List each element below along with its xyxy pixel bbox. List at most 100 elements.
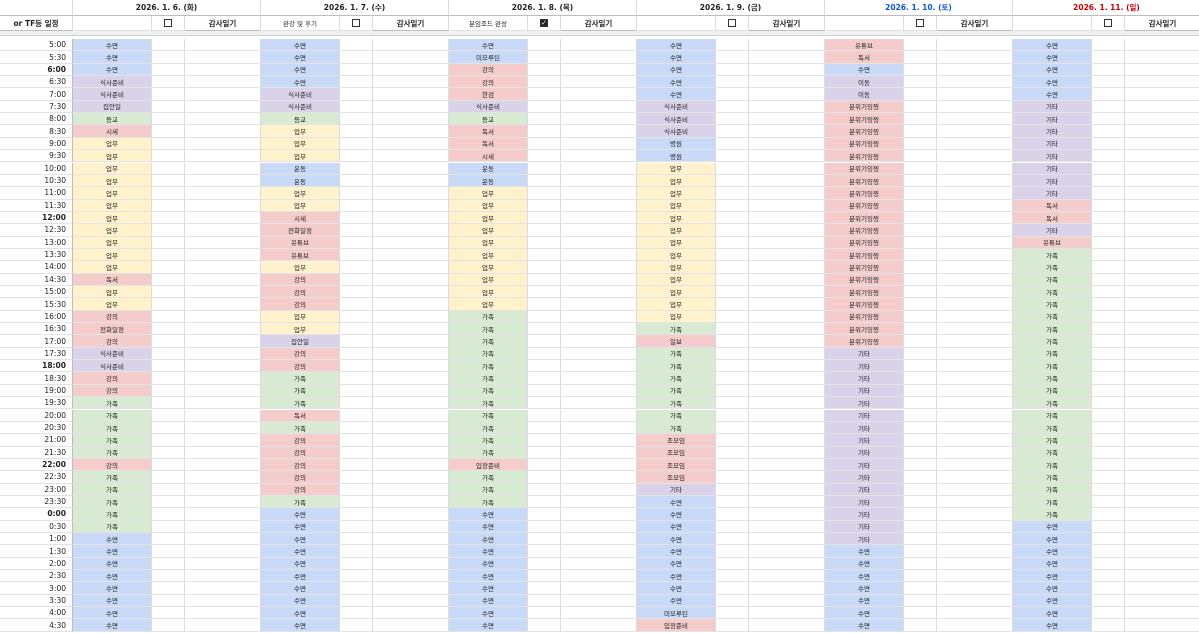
gratitude-cell[interactable] — [1125, 508, 1199, 521]
gratitude-cell[interactable] — [1125, 422, 1199, 435]
gratitude-cell[interactable] — [1125, 224, 1199, 237]
gratitude-cell[interactable] — [749, 545, 825, 558]
memo-cell[interactable] — [716, 113, 749, 126]
gratitude-cell[interactable] — [373, 582, 449, 595]
memo-cell[interactable] — [340, 100, 373, 114]
gratitude-cell[interactable] — [561, 607, 637, 620]
activity-cell[interactable]: 업무 — [449, 286, 528, 299]
check-icon[interactable] — [728, 19, 736, 27]
activity-cell[interactable]: 가족 — [1013, 384, 1092, 398]
memo-cell[interactable] — [340, 570, 373, 583]
gratitude-cell[interactable] — [373, 594, 449, 608]
activity-cell[interactable]: 이동 — [825, 76, 904, 89]
memo-cell[interactable] — [152, 137, 185, 151]
gratitude-cell[interactable] — [1125, 385, 1199, 398]
activity-cell[interactable]: 유튜브 — [1013, 236, 1092, 249]
activity-cell[interactable]: 업무 — [449, 261, 528, 274]
memo-cell[interactable] — [904, 211, 937, 225]
gratitude-cell[interactable] — [185, 508, 261, 521]
gratitude-cell[interactable] — [749, 582, 825, 595]
activity-cell[interactable]: 가족 — [449, 446, 528, 459]
activity-cell[interactable]: 수면 — [261, 63, 340, 77]
gratitude-cell[interactable] — [373, 88, 449, 101]
activity-cell[interactable]: 강의 — [261, 434, 340, 447]
gratitude-cell[interactable] — [749, 360, 825, 373]
memo-cell[interactable] — [528, 150, 561, 163]
activity-cell[interactable]: 업무 — [261, 310, 340, 324]
memo-cell[interactable] — [904, 310, 937, 324]
memo-cell[interactable] — [528, 495, 561, 509]
gratitude-cell[interactable] — [1125, 274, 1199, 286]
activity-cell[interactable]: 등교 — [261, 113, 340, 126]
activity-cell[interactable]: 가족 — [1013, 360, 1092, 373]
gratitude-cell[interactable] — [1125, 88, 1199, 101]
gratitude-cell[interactable] — [561, 594, 637, 608]
memo-cell[interactable] — [1092, 397, 1125, 410]
gratitude-cell[interactable] — [937, 137, 1013, 151]
memo-cell[interactable] — [716, 137, 749, 151]
gratitude-cell[interactable] — [373, 125, 449, 138]
gratitude-cell[interactable] — [937, 372, 1013, 385]
activity-cell[interactable]: 가족 — [1013, 286, 1092, 299]
gratitude-cell[interactable] — [373, 397, 449, 410]
memo-cell[interactable] — [904, 409, 937, 422]
activity-cell[interactable]: 수면 — [825, 607, 904, 620]
memo-cell[interactable] — [152, 545, 185, 558]
gratitude-cell[interactable] — [749, 174, 825, 188]
memo-cell[interactable] — [904, 236, 937, 249]
activity-cell[interactable]: 수면 — [825, 619, 904, 632]
activity-cell[interactable]: 수면 — [261, 51, 340, 64]
gratitude-cell[interactable] — [185, 224, 261, 237]
memo-cell[interactable] — [152, 335, 185, 348]
activity-cell[interactable]: 가족 — [73, 446, 152, 459]
memo-cell[interactable] — [340, 113, 373, 126]
activity-cell[interactable]: 분위기잉찡 — [825, 137, 904, 151]
memo-cell[interactable] — [1092, 545, 1125, 558]
memo-cell[interactable] — [1092, 286, 1125, 299]
gratitude-cell[interactable] — [185, 458, 261, 472]
activity-cell[interactable]: 업무 — [73, 286, 152, 299]
memo-cell[interactable] — [152, 261, 185, 274]
gratitude-cell[interactable] — [561, 76, 637, 89]
memo-cell[interactable] — [152, 113, 185, 126]
activity-cell[interactable]: 기타 — [1013, 150, 1092, 163]
gratitude-cell[interactable] — [185, 125, 261, 138]
memo-cell[interactable] — [716, 100, 749, 114]
memo-cell[interactable] — [528, 63, 561, 77]
activity-cell[interactable]: 기타 — [825, 421, 904, 435]
memo-cell[interactable] — [1092, 446, 1125, 459]
memo-cell[interactable] — [1092, 100, 1125, 114]
gratitude-cell[interactable] — [561, 323, 637, 336]
memo-cell[interactable] — [904, 421, 937, 435]
gratitude-cell[interactable] — [373, 434, 449, 447]
memo-cell[interactable] — [904, 150, 937, 163]
memo-cell[interactable] — [904, 495, 937, 509]
activity-cell[interactable]: 수면 — [1013, 582, 1092, 595]
gratitude-cell[interactable] — [749, 125, 825, 138]
memo-cell[interactable] — [716, 545, 749, 558]
gratitude-cell[interactable] — [185, 236, 261, 249]
gratitude-cell[interactable] — [561, 236, 637, 249]
gratitude-cell[interactable] — [373, 273, 449, 286]
memo-cell[interactable] — [528, 446, 561, 459]
activity-cell[interactable]: 수면 — [73, 39, 152, 52]
memo-cell[interactable] — [528, 224, 561, 237]
gratitude-cell[interactable] — [749, 113, 825, 126]
activity-cell[interactable]: 분위기잉찡 — [825, 261, 904, 274]
gratitude-cell[interactable] — [185, 63, 261, 77]
memo-cell[interactable] — [340, 495, 373, 509]
memo-cell[interactable] — [716, 187, 749, 200]
gratitude-cell[interactable] — [373, 570, 449, 583]
gratitude-cell[interactable] — [749, 508, 825, 521]
gratitude-cell[interactable] — [185, 76, 261, 89]
memo-cell[interactable] — [716, 471, 749, 484]
memo-cell[interactable] — [716, 211, 749, 225]
gratitude-cell[interactable] — [749, 533, 825, 546]
memo-cell[interactable] — [340, 88, 373, 101]
memo-cell[interactable] — [1092, 150, 1125, 163]
memo-cell[interactable] — [152, 187, 185, 200]
gratitude-cell[interactable] — [373, 533, 449, 546]
gratitude-cell[interactable] — [561, 347, 637, 361]
activity-cell[interactable]: 수면 — [1013, 557, 1092, 571]
memo-cell[interactable] — [1092, 335, 1125, 348]
